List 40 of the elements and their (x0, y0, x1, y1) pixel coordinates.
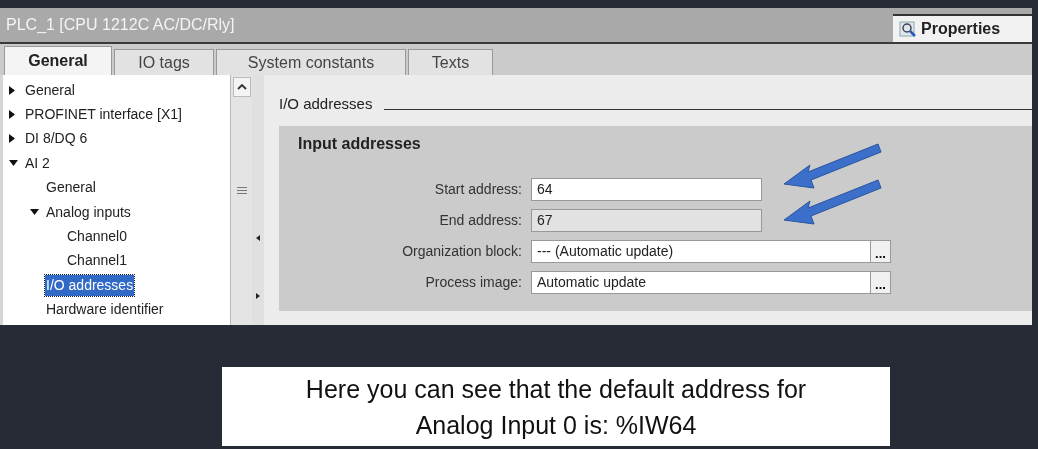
field-label: Start address: (433, 179, 523, 199)
tree-item[interactable]: Channel1 (66, 250, 128, 272)
properties-tab[interactable]: Properties (893, 14, 1032, 42)
tree-item[interactable]: General (24, 79, 76, 101)
collapse-left-icon[interactable] (256, 235, 260, 241)
expanded-triangle-icon[interactable] (30, 209, 39, 216)
collapsed-triangle-icon[interactable] (9, 134, 15, 144)
grip-icon (236, 187, 247, 194)
field-label: Organization block: (401, 241, 523, 261)
group-title: Input addresses (298, 133, 422, 154)
scrollbar[interactable] (230, 75, 252, 325)
section-title: I/O addresses (279, 94, 373, 114)
caption-text: Here you can see that the default address for Analog Input 0 is: %IW64 (304, 373, 808, 441)
input-field[interactable]: Automatic update (531, 270, 871, 294)
scroll-up-button[interactable] (232, 77, 251, 97)
tree-item[interactable]: Hardware identifier (45, 299, 165, 321)
tree-item[interactable]: AI 2 (24, 152, 51, 174)
tree-item[interactable]: Analog inputs (45, 201, 132, 223)
collapsed-triangle-icon[interactable] (9, 110, 15, 120)
input-field[interactable]: --- (Automatic update) (531, 239, 871, 263)
chevron-up-icon (236, 84, 247, 90)
field-label: End address: (438, 210, 523, 230)
input-field[interactable]: 64 (531, 177, 762, 201)
tree-item[interactable]: I/O addresses (45, 274, 135, 296)
window-title: PLC_1 [CPU 1212C AC/DC/Rly] (5, 15, 235, 35)
tab[interactable]: Texts (408, 49, 493, 75)
expand-right-icon[interactable] (256, 293, 260, 299)
tab[interactable]: General (4, 46, 112, 75)
browse-button[interactable]: ... (871, 239, 891, 263)
tree-item[interactable]: DI 8/DQ 6 (24, 128, 89, 150)
tree-item[interactable]: Channel0 (66, 226, 128, 248)
field-label: Process image: (424, 272, 523, 292)
expanded-triangle-icon[interactable] (9, 160, 18, 167)
magnifier-icon (899, 20, 917, 38)
browse-button[interactable]: ... (871, 270, 891, 294)
tree-item[interactable]: PROFINET interface [X1] (24, 104, 183, 126)
tree-item[interactable]: General (45, 177, 97, 199)
tab[interactable]: System constants (216, 49, 406, 75)
collapsed-triangle-icon[interactable] (9, 85, 15, 95)
tab[interactable]: IO tags (114, 49, 214, 75)
